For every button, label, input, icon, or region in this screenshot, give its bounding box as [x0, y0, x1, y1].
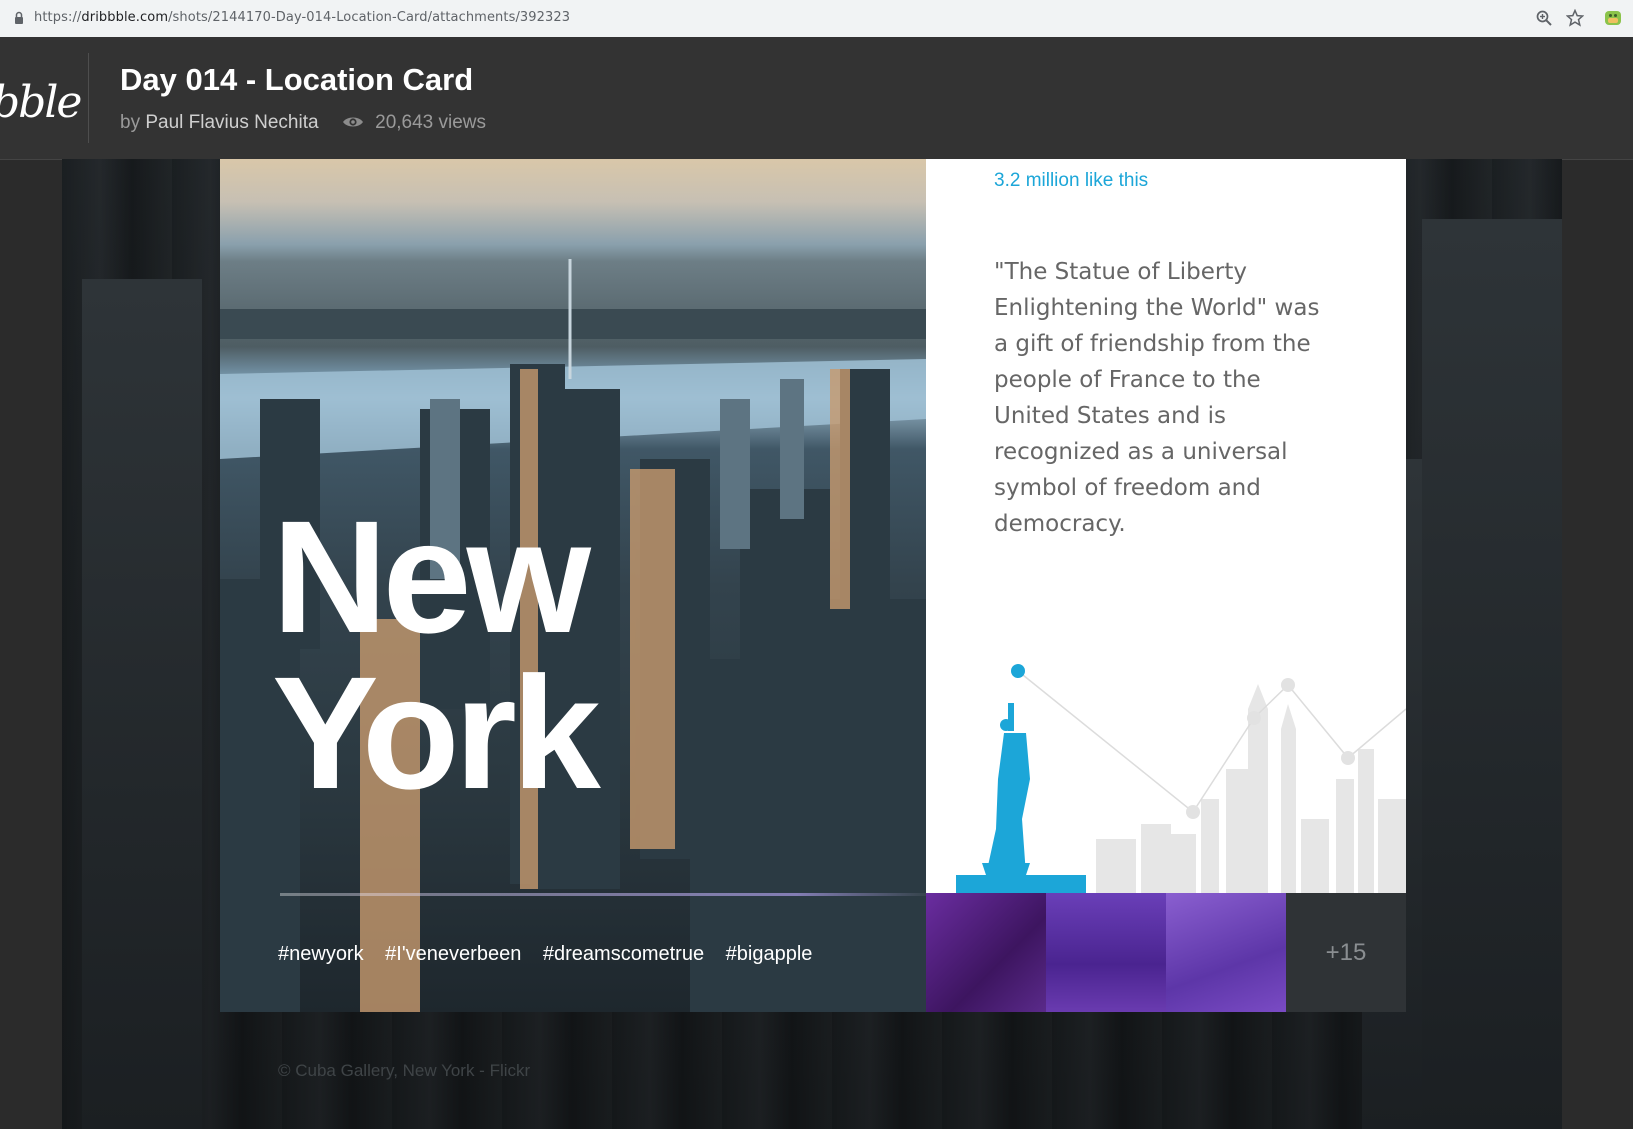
url-prefix: https://	[34, 10, 82, 25]
hashtag-list: #newyork #I'veneverbeen #dreamscometrue …	[278, 943, 828, 966]
shot-header: bble Day 014 - Location Card by Paul Fla…	[0, 37, 1633, 160]
dribbble-logo[interactable]: bble	[0, 77, 82, 128]
more-photos-button[interactable]: +15	[1286, 893, 1406, 1012]
hashtag[interactable]: #dreamscometrue	[543, 943, 704, 965]
by-label: by	[120, 112, 141, 133]
photo-thumbnails: +15	[926, 893, 1406, 1012]
info-panel: 3.2 million like this "The Statue of Lib…	[926, 159, 1406, 893]
byline: by Paul Flavius Nechita 20,643 views	[120, 112, 486, 134]
zoom-icon[interactable]	[1535, 9, 1553, 27]
address-field[interactable]: https://dribbble.com/shots/2144170-Day-0…	[34, 10, 570, 25]
more-photos-count: +15	[1325, 939, 1367, 966]
city-name-line2: York	[272, 643, 601, 822]
star-icon[interactable]	[1566, 9, 1584, 27]
thumbnail[interactable]	[1166, 893, 1286, 1012]
photo-credit: © Cuba Gallery, New York - Flickr	[278, 1061, 531, 1080]
view-count: 20,643 views	[375, 112, 487, 133]
attachment-stage: New York #newyork #I'veneverbeen #dreams…	[62, 159, 1562, 1129]
extension-icon[interactable]	[1604, 9, 1622, 27]
header-divider	[88, 53, 89, 143]
author-link[interactable]: Paul Flavius Nechita	[145, 112, 318, 133]
thumbnail[interactable]	[926, 893, 1046, 1012]
location-description: "The Statue of Liberty Enlightening the …	[994, 259, 1320, 537]
likes-count[interactable]: 3.2 million like this	[994, 170, 1148, 192]
hashtag[interactable]: #newyork	[278, 943, 364, 965]
hashtag[interactable]: #I'veneverbeen	[385, 943, 521, 965]
thumbnail[interactable]	[1046, 893, 1166, 1012]
lock-icon	[15, 11, 23, 24]
divider-line	[280, 893, 926, 896]
shot-title: Day 014 - Location Card	[120, 62, 474, 97]
landmark-skyline-illustration	[956, 664, 1406, 893]
city-name-line1: New	[272, 487, 591, 666]
url-domain: dribbble.com	[81, 10, 169, 25]
location-card: New York #newyork #I'veneverbeen #dreams…	[220, 159, 1406, 1012]
bg-building	[1422, 219, 1562, 1129]
eye-icon	[342, 117, 363, 127]
city-name: New York	[272, 487, 601, 822]
bg-building	[82, 279, 202, 1129]
url-path: /shots/2144170-Day-014-Location-Card/att…	[168, 10, 571, 25]
browser-url-bar: https://dribbble.com/shots/2144170-Day-0…	[0, 0, 1633, 38]
statue-of-liberty-icon	[982, 664, 1030, 875]
hashtag[interactable]: #bigapple	[726, 943, 813, 965]
city-photo: New York #newyork #I'veneverbeen #dreams…	[220, 159, 926, 1012]
